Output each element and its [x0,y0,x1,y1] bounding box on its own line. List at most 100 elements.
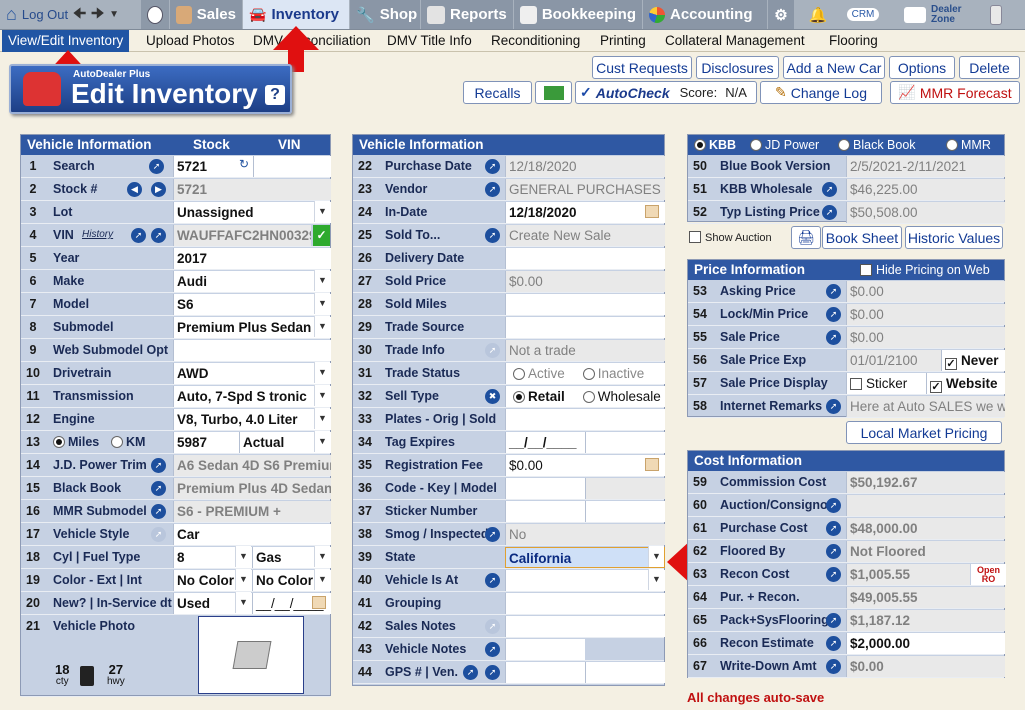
subnav-flooring[interactable]: Flooring [823,30,884,52]
field-value[interactable]: 2/5/2021-2/11/2021 [846,156,1005,177]
arrow-circle-icon[interactable]: ➚ [485,619,500,634]
book-sheet-button[interactable]: Book Sheet [822,226,902,249]
chevron-down-icon[interactable]: ▼ [314,385,330,406]
field-value[interactable]: $0.00 [846,281,1005,302]
field-value[interactable]: 2017 [173,248,331,269]
chevron-down-icon[interactable]: ▼ [314,293,330,314]
calendar-icon[interactable] [645,458,659,471]
tab-bookkeeping[interactable]: Bookkeeping [514,0,642,29]
field-value[interactable]: 5721 [173,179,331,200]
smiley-icon[interactable] [141,0,169,29]
subnav-collateral-management[interactable]: Collateral Management [659,30,811,52]
field-value[interactable]: $1,005.55 [846,564,970,585]
field-value[interactable]: Car [173,524,331,545]
arrow-circle-icon[interactable]: ➚ [151,458,166,473]
field-value[interactable]: $0.00 [846,656,1005,677]
field-value[interactable]: $1,187.12 [846,610,1005,631]
logout-button[interactable]: ⌂ Log Out 🠈 🠊 ▼ [0,0,140,29]
local-market-pricing-button[interactable]: Local Market Pricing [846,421,1002,444]
print-icon[interactable]: 🖨 [791,226,821,249]
arrow-circle-icon[interactable]: ➚ [151,527,166,542]
subnav-reconditioning[interactable]: Reconditioning [485,30,586,52]
autocheck-button[interactable]: ✓ AutoCheck Score: N/A [575,81,757,104]
arrow-circle-icon[interactable]: ➚ [485,159,500,174]
chevron-down-icon[interactable]: ▼ [314,316,330,337]
chevron-down-icon[interactable]: ▼ [314,408,330,429]
sticker-checkbox[interactable]: Sticker [846,373,926,394]
chevron-down-icon[interactable]: ▼ [314,201,330,222]
mmr-forecast-button[interactable]: 📈 MMR Forecast [890,81,1020,104]
field-value[interactable] [505,409,665,430]
field-value-2[interactable] [585,478,665,499]
recalls-button[interactable]: Recalls [463,81,532,104]
gear-icon[interactable]: ⚙ [768,0,794,29]
field-value[interactable] [505,294,665,315]
options-button[interactable]: Options [889,56,955,79]
field-value[interactable]: Premium Plus Sedan [173,317,331,338]
arrow-circle-icon[interactable]: ➚ [149,159,164,174]
chevron-down-icon[interactable]: ▼ [314,270,330,291]
field-value[interactable]: $46,225.00 [846,179,1005,200]
arrow-circle-icon[interactable]: ➚ [822,182,837,197]
vin-search[interactable] [253,156,331,177]
field-value[interactable]: $50,192.67 [846,472,1005,493]
subnav-printing[interactable]: Printing [594,30,652,52]
field-value[interactable] [505,662,585,683]
back-arrow-icon[interactable]: 🠈 [73,3,86,27]
show-auction-checkbox[interactable]: Show Auction [689,231,772,244]
arrow-circle-icon[interactable]: ➚ [826,284,841,299]
arrow-circle-icon[interactable]: ➚ [151,228,166,243]
field-value[interactable]: Create New Sale [505,225,665,246]
crm-button[interactable]: CRM [842,0,884,29]
field-value[interactable]: GENERAL PURCHASES [505,179,665,200]
hide-pricing-checkbox[interactable]: Hide Pricing on Web [860,260,990,280]
field-value[interactable]: AWD [173,363,331,384]
radio-retail[interactable]: Retail [513,389,565,404]
arrow-circle-icon[interactable]: ➚ [485,573,500,588]
field-value[interactable] [505,248,665,269]
arrow-circle-icon[interactable]: ➚ [826,613,841,628]
field-value[interactable]: S6 [173,294,331,315]
vehicle-photo-placeholder[interactable] [198,616,304,694]
field-value-2[interactable] [585,662,665,683]
history-link[interactable]: History [82,229,113,240]
arrow-circle-icon[interactable]: ➚ [826,307,841,322]
chevron-down-icon[interactable]: ▼ [235,546,251,567]
field-value[interactable]: $0.00 [846,327,1005,348]
arrow-circle-icon[interactable]: ➚ [485,182,500,197]
delete-button[interactable]: Delete [959,56,1020,79]
arrow-circle-icon[interactable]: ➚ [485,527,500,542]
tab-sales[interactable]: Sales [170,0,242,29]
field-value[interactable]: Audi [173,271,331,292]
field-value[interactable] [505,570,665,591]
radio-active[interactable]: Active [513,366,565,381]
field-value[interactable]: S6 - PREMIUM + [173,501,331,522]
trash-icon[interactable]: ✖ [485,389,500,404]
field-value[interactable]: $50,508.00 [846,202,1005,223]
arrow-circle-icon[interactable]: ➚ [826,521,841,536]
field-value[interactable] [173,340,331,361]
arrow-circle-icon[interactable]: ➚ [151,504,166,519]
arrow-circle-icon[interactable]: ➚ [826,636,841,651]
radio-miles[interactable]: Miles [53,431,99,453]
help-icon[interactable]: ? [265,85,285,105]
field-value[interactable]: $0.00 [846,304,1005,325]
calculator-icon[interactable] [984,0,1008,29]
historic-values-button[interactable]: Historic Values [905,226,1003,249]
field-value[interactable]: Premium Plus 4D Sedan [173,478,331,499]
tab-shop[interactable]: 🔧 Shop [350,0,420,29]
dealer-zone-button[interactable]: Dealer Zone [898,0,970,29]
tab-accounting[interactable]: Accounting [643,0,767,29]
field-value[interactable] [505,478,585,499]
forward-arrow-icon[interactable]: 🠊 [91,3,104,27]
field-value[interactable]: $0.00 [505,455,665,476]
field-value[interactable]: 12/18/2020 [505,202,665,223]
add-new-car-button[interactable]: Add a New Car [783,56,885,79]
arrow-circle-icon[interactable]: ➚ [826,498,841,513]
arrow-circle-icon[interactable]: ➚ [463,665,478,680]
field-value[interactable]: $48,000.00 [846,518,1005,539]
field-value[interactable] [505,593,665,614]
field-value[interactable]: $49,005.55 [846,587,1005,608]
subnav-upload-photos[interactable]: Upload Photos [140,30,241,52]
calendar-icon[interactable] [312,596,326,609]
